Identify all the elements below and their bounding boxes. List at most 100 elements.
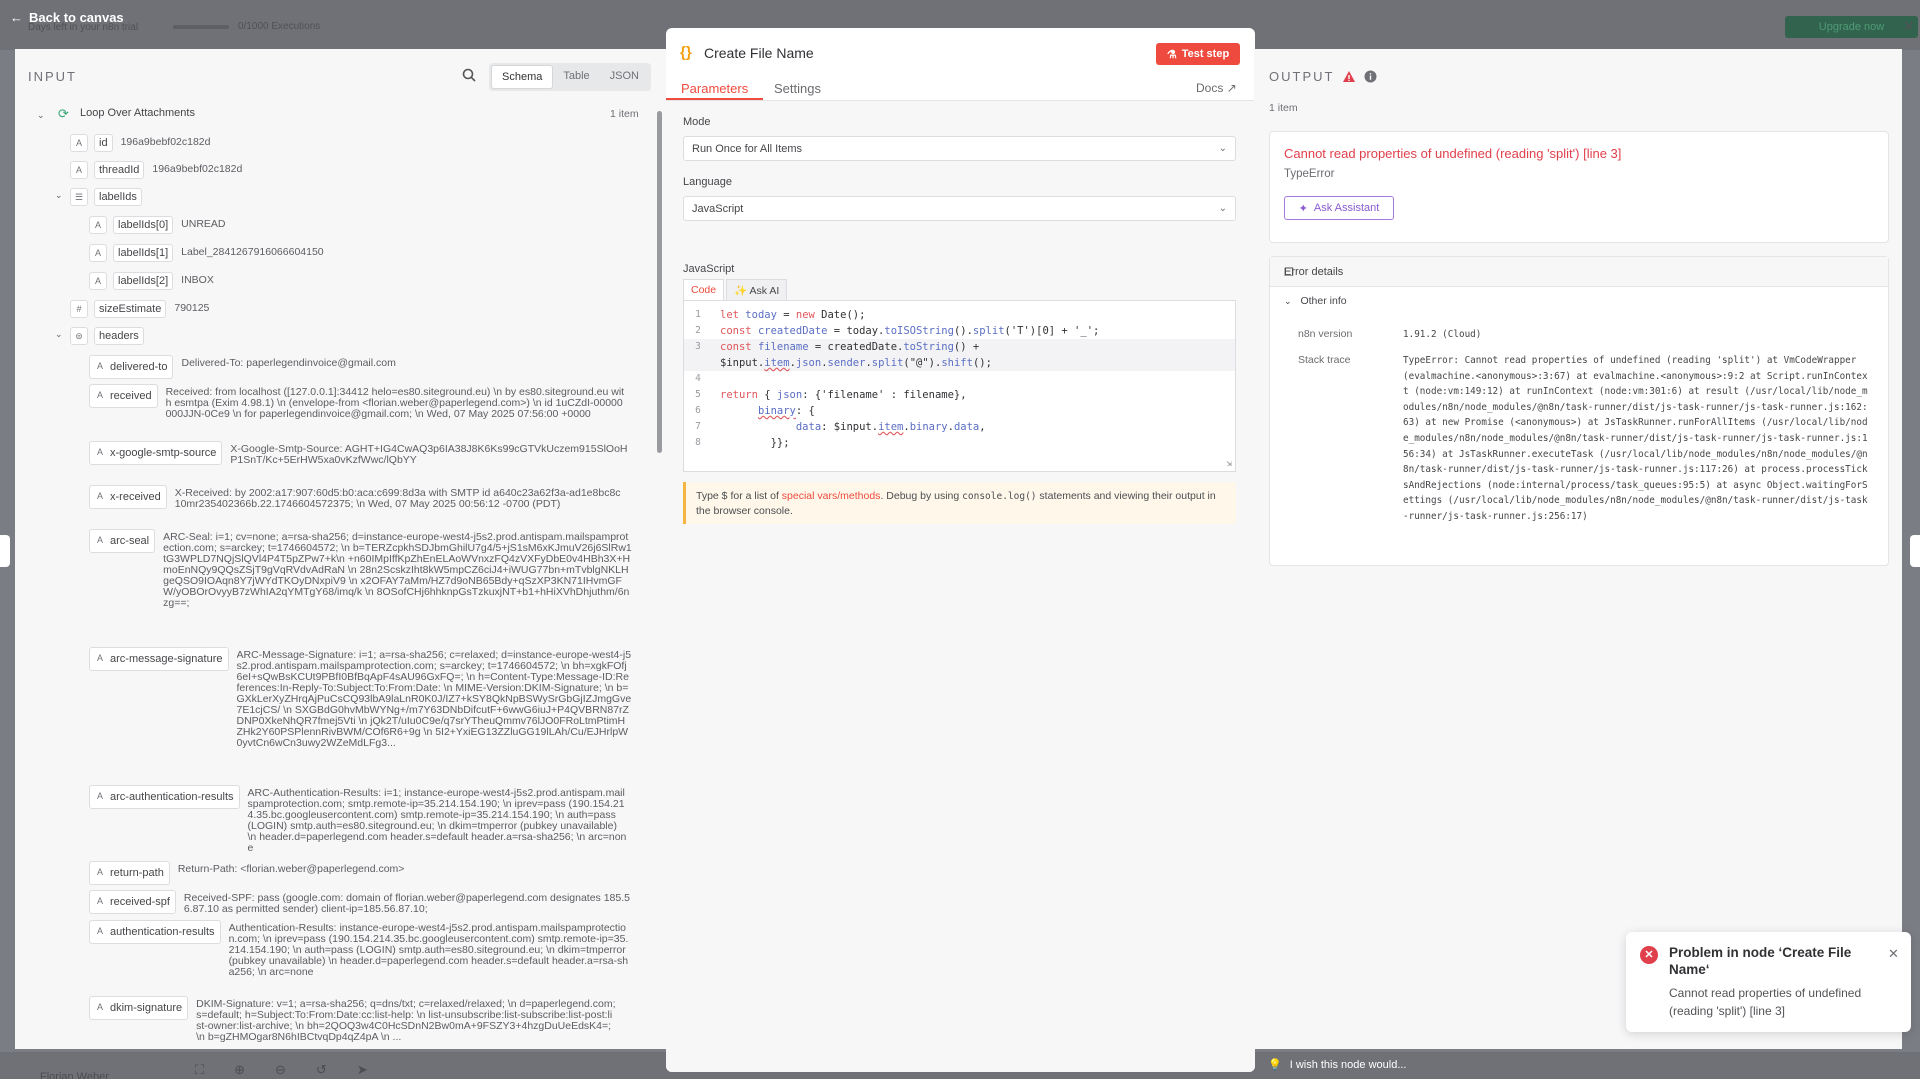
field-key[interactable]: arc-seal <box>110 535 149 547</box>
header-arc-authentication-results: Aarc-authentication-results ARC-Authenti… <box>89 785 645 854</box>
tree-root[interactable]: ⟳ Loop Over Attachments <box>58 107 195 121</box>
test-step-label: Test step <box>1181 48 1230 60</box>
test-step-button[interactable]: ⚗ Test step <box>1156 43 1240 65</box>
other-info-label: Other info <box>1300 295 1347 307</box>
error-type: TypeError <box>1284 168 1335 180</box>
tab-schema[interactable]: Schema <box>491 65 554 89</box>
field-key[interactable]: threadId <box>94 161 145 179</box>
copy-icon[interactable]: ❐ <box>1284 266 1294 279</box>
ask-ai-label: Ask AI <box>749 285 780 297</box>
docs-link[interactable]: Docs ↗ <box>1196 81 1237 95</box>
field-key[interactable]: labelIds[1] <box>113 244 174 262</box>
tab-table[interactable]: Table <box>553 65 599 89</box>
zoom-in-icon[interactable]: ⊕ <box>234 1062 245 1078</box>
other-info-toggle[interactable]: ⌄ Other info <box>1284 295 1347 307</box>
field-labelIds: ☰ labelIds <box>70 188 142 206</box>
field-key[interactable]: arc-authentication-results <box>110 791 234 803</box>
language-select[interactable]: JavaScript ⌄ <box>683 196 1236 221</box>
field-key[interactable]: x-received <box>110 491 161 503</box>
resize-handle-icon[interactable]: ⇲ <box>1227 459 1232 469</box>
ask-assistant-button[interactable]: ✦ Ask Assistant <box>1284 196 1394 220</box>
canvas-toolbar: ⛶ ⊕ ⊖ ↺ ➤ <box>195 1062 368 1078</box>
header-authentication-results: Aauthentication-results Authentication-R… <box>89 920 645 983</box>
field-key[interactable]: sizeEstimate <box>94 300 167 318</box>
scrollbar-thumb[interactable] <box>657 111 662 453</box>
field-value: X-Google-Smtp-Source: AGHT+IG4CwAQ3p6IA3… <box>230 443 628 466</box>
close-icon[interactable]: ✕ <box>1888 946 1899 962</box>
array-type-icon: ☰ <box>70 188 88 206</box>
string-type-icon: A <box>92 864 108 882</box>
field-key[interactable]: return-path <box>110 867 164 879</box>
close-icon[interactable]: ✕ <box>1903 18 1915 35</box>
field-key[interactable]: authentication-results <box>110 926 215 938</box>
sparkle-icon: ✨ <box>734 285 748 297</box>
field-labelIds-1: A labelIds[1] Label_2841267916066604150 <box>89 244 324 262</box>
chevron-down-icon[interactable]: ⌄ <box>55 190 63 201</box>
field-key[interactable]: headers <box>94 327 144 345</box>
javascript-label: JavaScript <box>683 263 735 275</box>
line-number: 1 <box>695 309 701 320</box>
field-value: Label_2841267916066604150 <box>181 246 324 258</box>
code-line: $input.item.json.sender.split("@").shift… <box>684 355 1235 371</box>
string-type-icon: A <box>92 358 108 376</box>
tab-settings[interactable]: Settings <box>774 81 821 96</box>
field-key[interactable]: x-google-smtp-source <box>110 447 216 459</box>
string-type-icon: A <box>92 788 108 806</box>
warning-icon <box>1343 71 1356 82</box>
header-arc-message-signature: Aarc-message-signature ARC-Message-Signa… <box>89 647 645 768</box>
feedback-link[interactable]: 💡 I wish this node would... <box>1268 1058 1407 1072</box>
field-key[interactable]: arc-message-signature <box>110 653 223 665</box>
scrollbar[interactable] <box>656 101 663 1041</box>
arrow-left-icon: ← <box>10 10 23 25</box>
field-sizeEstimate: # sizeEstimate 790125 <box>70 300 209 318</box>
error-details-header: Error details ❐ <box>1270 257 1888 287</box>
field-value: 196a9bebf02c182d <box>120 136 211 148</box>
line-number: 7 <box>695 421 701 432</box>
field-key[interactable]: dkim-signature <box>110 1002 182 1014</box>
trial-text: Days left in your n8n trial <box>28 22 139 33</box>
tab-json[interactable]: JSON <box>600 65 649 89</box>
upgrade-button[interactable]: Upgrade now <box>1785 16 1918 38</box>
field-key[interactable]: labelIds <box>94 188 142 206</box>
field-value: X-Received: by 2002:a17:907:60d5:b0:aca:… <box>174 487 621 510</box>
header-x-received: Ax-received X-Received: by 2002:a17:907:… <box>89 485 645 510</box>
line-number: 5 <box>695 389 701 400</box>
field-key[interactable]: received-spf <box>110 896 170 908</box>
search-icon[interactable] <box>462 68 476 82</box>
view-switcher: Schema Table JSON <box>489 63 651 91</box>
chevron-down-icon[interactable]: ⌄ <box>55 329 63 340</box>
item-count: 1 item <box>610 108 639 120</box>
special-vars-link[interactable]: special vars/methods <box>782 490 881 502</box>
node-title[interactable]: Create File Name <box>704 45 814 61</box>
field-value: Received: from localhost ([127.0.0.1]:34… <box>165 386 625 420</box>
field-value: 790125 <box>174 302 210 314</box>
field-key[interactable]: id <box>94 134 113 152</box>
pointer-icon[interactable]: ➤ <box>357 1062 368 1078</box>
zoom-out-icon[interactable]: ⊖ <box>275 1062 286 1078</box>
string-type-icon: A <box>70 134 88 152</box>
code-editor[interactable]: 1 let today = new Date(); 2 const createdD… <box>683 300 1236 472</box>
chevron-down-icon[interactable]: ⌄ <box>37 110 45 121</box>
info-icon[interactable] <box>1364 70 1377 83</box>
tab-ask-ai[interactable]: ✨ Ask AI <box>726 279 788 302</box>
string-type-icon: A <box>92 999 108 1017</box>
next-node-handle[interactable] <box>1910 535 1920 567</box>
field-key[interactable]: received <box>110 390 152 402</box>
fit-view-icon[interactable]: ⛶ <box>195 1062 204 1078</box>
tab-code[interactable]: Code <box>683 279 725 302</box>
code-line: 1 let today = new Date(); <box>684 307 1235 323</box>
previous-node-handle[interactable] <box>0 535 10 567</box>
tab-parameters[interactable]: Parameters <box>681 81 748 96</box>
reset-zoom-icon[interactable]: ↺ <box>316 1062 327 1078</box>
field-key[interactable]: labelIds[0] <box>113 216 174 234</box>
field-key[interactable]: labelIds[2] <box>113 272 174 290</box>
toast-title: Problem in node ‘Create File Name‘ <box>1669 945 1852 977</box>
field-key[interactable]: delivered-to <box>110 361 167 373</box>
header-x-google-smtp-source: Ax-google-smtp-source X-Google-Smtp-Sour… <box>89 441 645 466</box>
code-tip: Type $ for a list of special vars/method… <box>683 482 1236 524</box>
string-type-icon: A <box>92 488 108 506</box>
field-threadId: A threadId 196a9bebf02c182d <box>70 161 242 179</box>
mode-select[interactable]: Run Once for All Items ⌄ <box>683 136 1236 161</box>
string-type-icon: A <box>89 244 107 262</box>
string-type-icon: A <box>70 161 88 179</box>
